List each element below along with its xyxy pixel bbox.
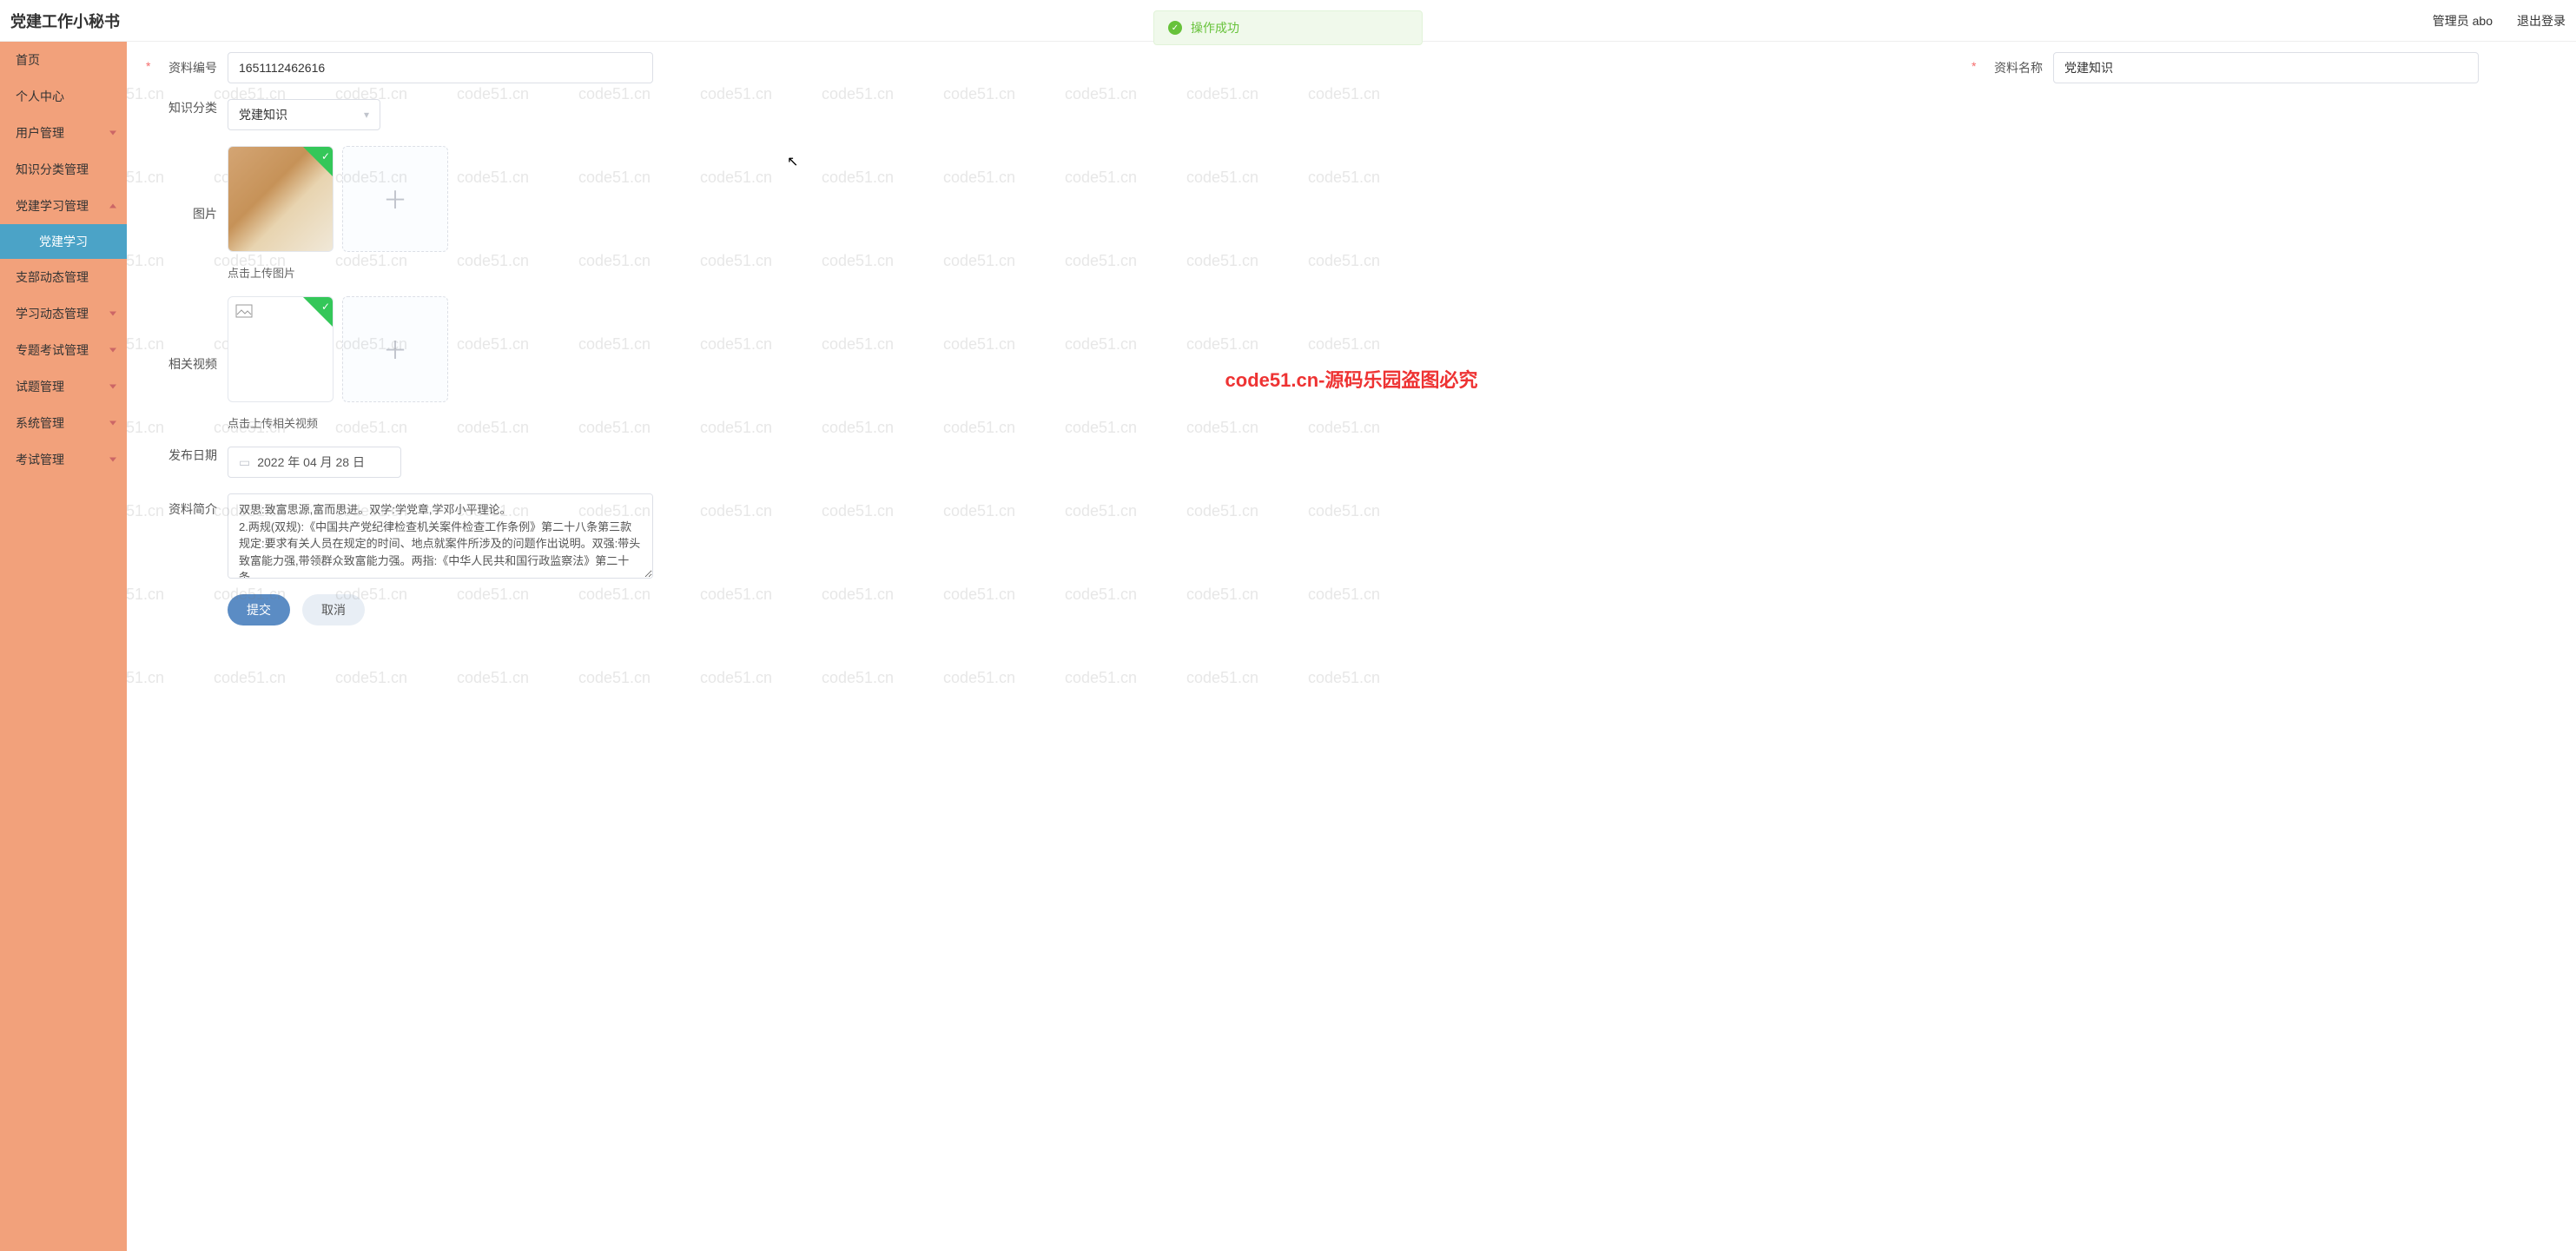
date-label: 发布日期 xyxy=(155,447,217,464)
sidebar-item-exam-topic-mgmt[interactable]: 专题考试管理 xyxy=(0,332,127,368)
sidebar-item-question-mgmt[interactable]: 试题管理 xyxy=(0,368,127,405)
sidebar-item-system-mgmt[interactable]: 系统管理 xyxy=(0,405,127,441)
check-badge-icon xyxy=(303,147,333,176)
check-badge-icon xyxy=(303,297,333,327)
sidebar-item-exam-mgmt[interactable]: 考试管理 xyxy=(0,441,127,478)
user-label[interactable]: 管理员 abo xyxy=(2433,12,2493,30)
sidebar-item-user-mgmt[interactable]: 用户管理 xyxy=(0,115,127,151)
date-input[interactable]: ▭ 2022 年 04 月 28 日 xyxy=(228,447,401,478)
video-upload-hint: 点击上传相关视频 xyxy=(228,414,448,431)
calendar-icon: ▭ xyxy=(239,455,250,470)
video-upload-add[interactable]: ＋ xyxy=(342,296,448,402)
check-icon: ✓ xyxy=(1168,21,1182,35)
submit-button[interactable]: 提交 xyxy=(228,594,290,626)
desc-textarea[interactable] xyxy=(228,493,653,579)
image-upload-hint: 点击上传图片 xyxy=(228,264,448,281)
cancel-button[interactable]: 取消 xyxy=(302,594,365,626)
sidebar-item-study-mgmt[interactable]: 党建学习管理 xyxy=(0,188,127,224)
code-input[interactable] xyxy=(228,52,653,83)
sidebar-item-branch-mgmt[interactable]: 支部动态管理 xyxy=(0,259,127,295)
video-uploaded-thumb[interactable] xyxy=(228,296,334,402)
success-toast: ✓ 操作成功 xyxy=(1153,10,1423,45)
logout-link[interactable]: 退出登录 xyxy=(2517,12,2566,30)
sidebar-item-home[interactable]: 首页 xyxy=(0,42,127,78)
broken-image-icon xyxy=(235,304,253,321)
category-select[interactable]: 党建知识 ▾ xyxy=(228,99,380,130)
image-uploaded-thumb[interactable] xyxy=(228,146,334,252)
category-label: 知识分类 xyxy=(155,99,217,116)
image-upload-add[interactable]: ＋ xyxy=(342,146,448,252)
sidebar-item-category-mgmt[interactable]: 知识分类管理 xyxy=(0,151,127,188)
app-brand: 党建工作小秘书 xyxy=(10,10,120,32)
video-label: 相关视频 xyxy=(155,355,217,373)
main-content: code51.cncode51.cncode51.cncode51.cncode… xyxy=(127,42,2576,1251)
sidebar-item-activity-mgmt[interactable]: 学习动态管理 xyxy=(0,295,127,332)
sidebar: 首页 个人中心 用户管理 知识分类管理 党建学习管理 党建学习 支部动态管理 学… xyxy=(0,42,127,1251)
name-label: 资料名称 xyxy=(1980,59,2043,76)
name-input[interactable] xyxy=(2053,52,2479,83)
toast-message: 操作成功 xyxy=(1191,19,1239,36)
sidebar-subitem-study[interactable]: 党建学习 xyxy=(0,224,127,259)
desc-label: 资料简介 xyxy=(155,500,217,518)
chevron-down-icon: ▾ xyxy=(364,109,369,121)
code-label: 资料编号 xyxy=(155,59,217,76)
image-label: 图片 xyxy=(155,205,217,222)
sidebar-item-profile[interactable]: 个人中心 xyxy=(0,78,127,115)
